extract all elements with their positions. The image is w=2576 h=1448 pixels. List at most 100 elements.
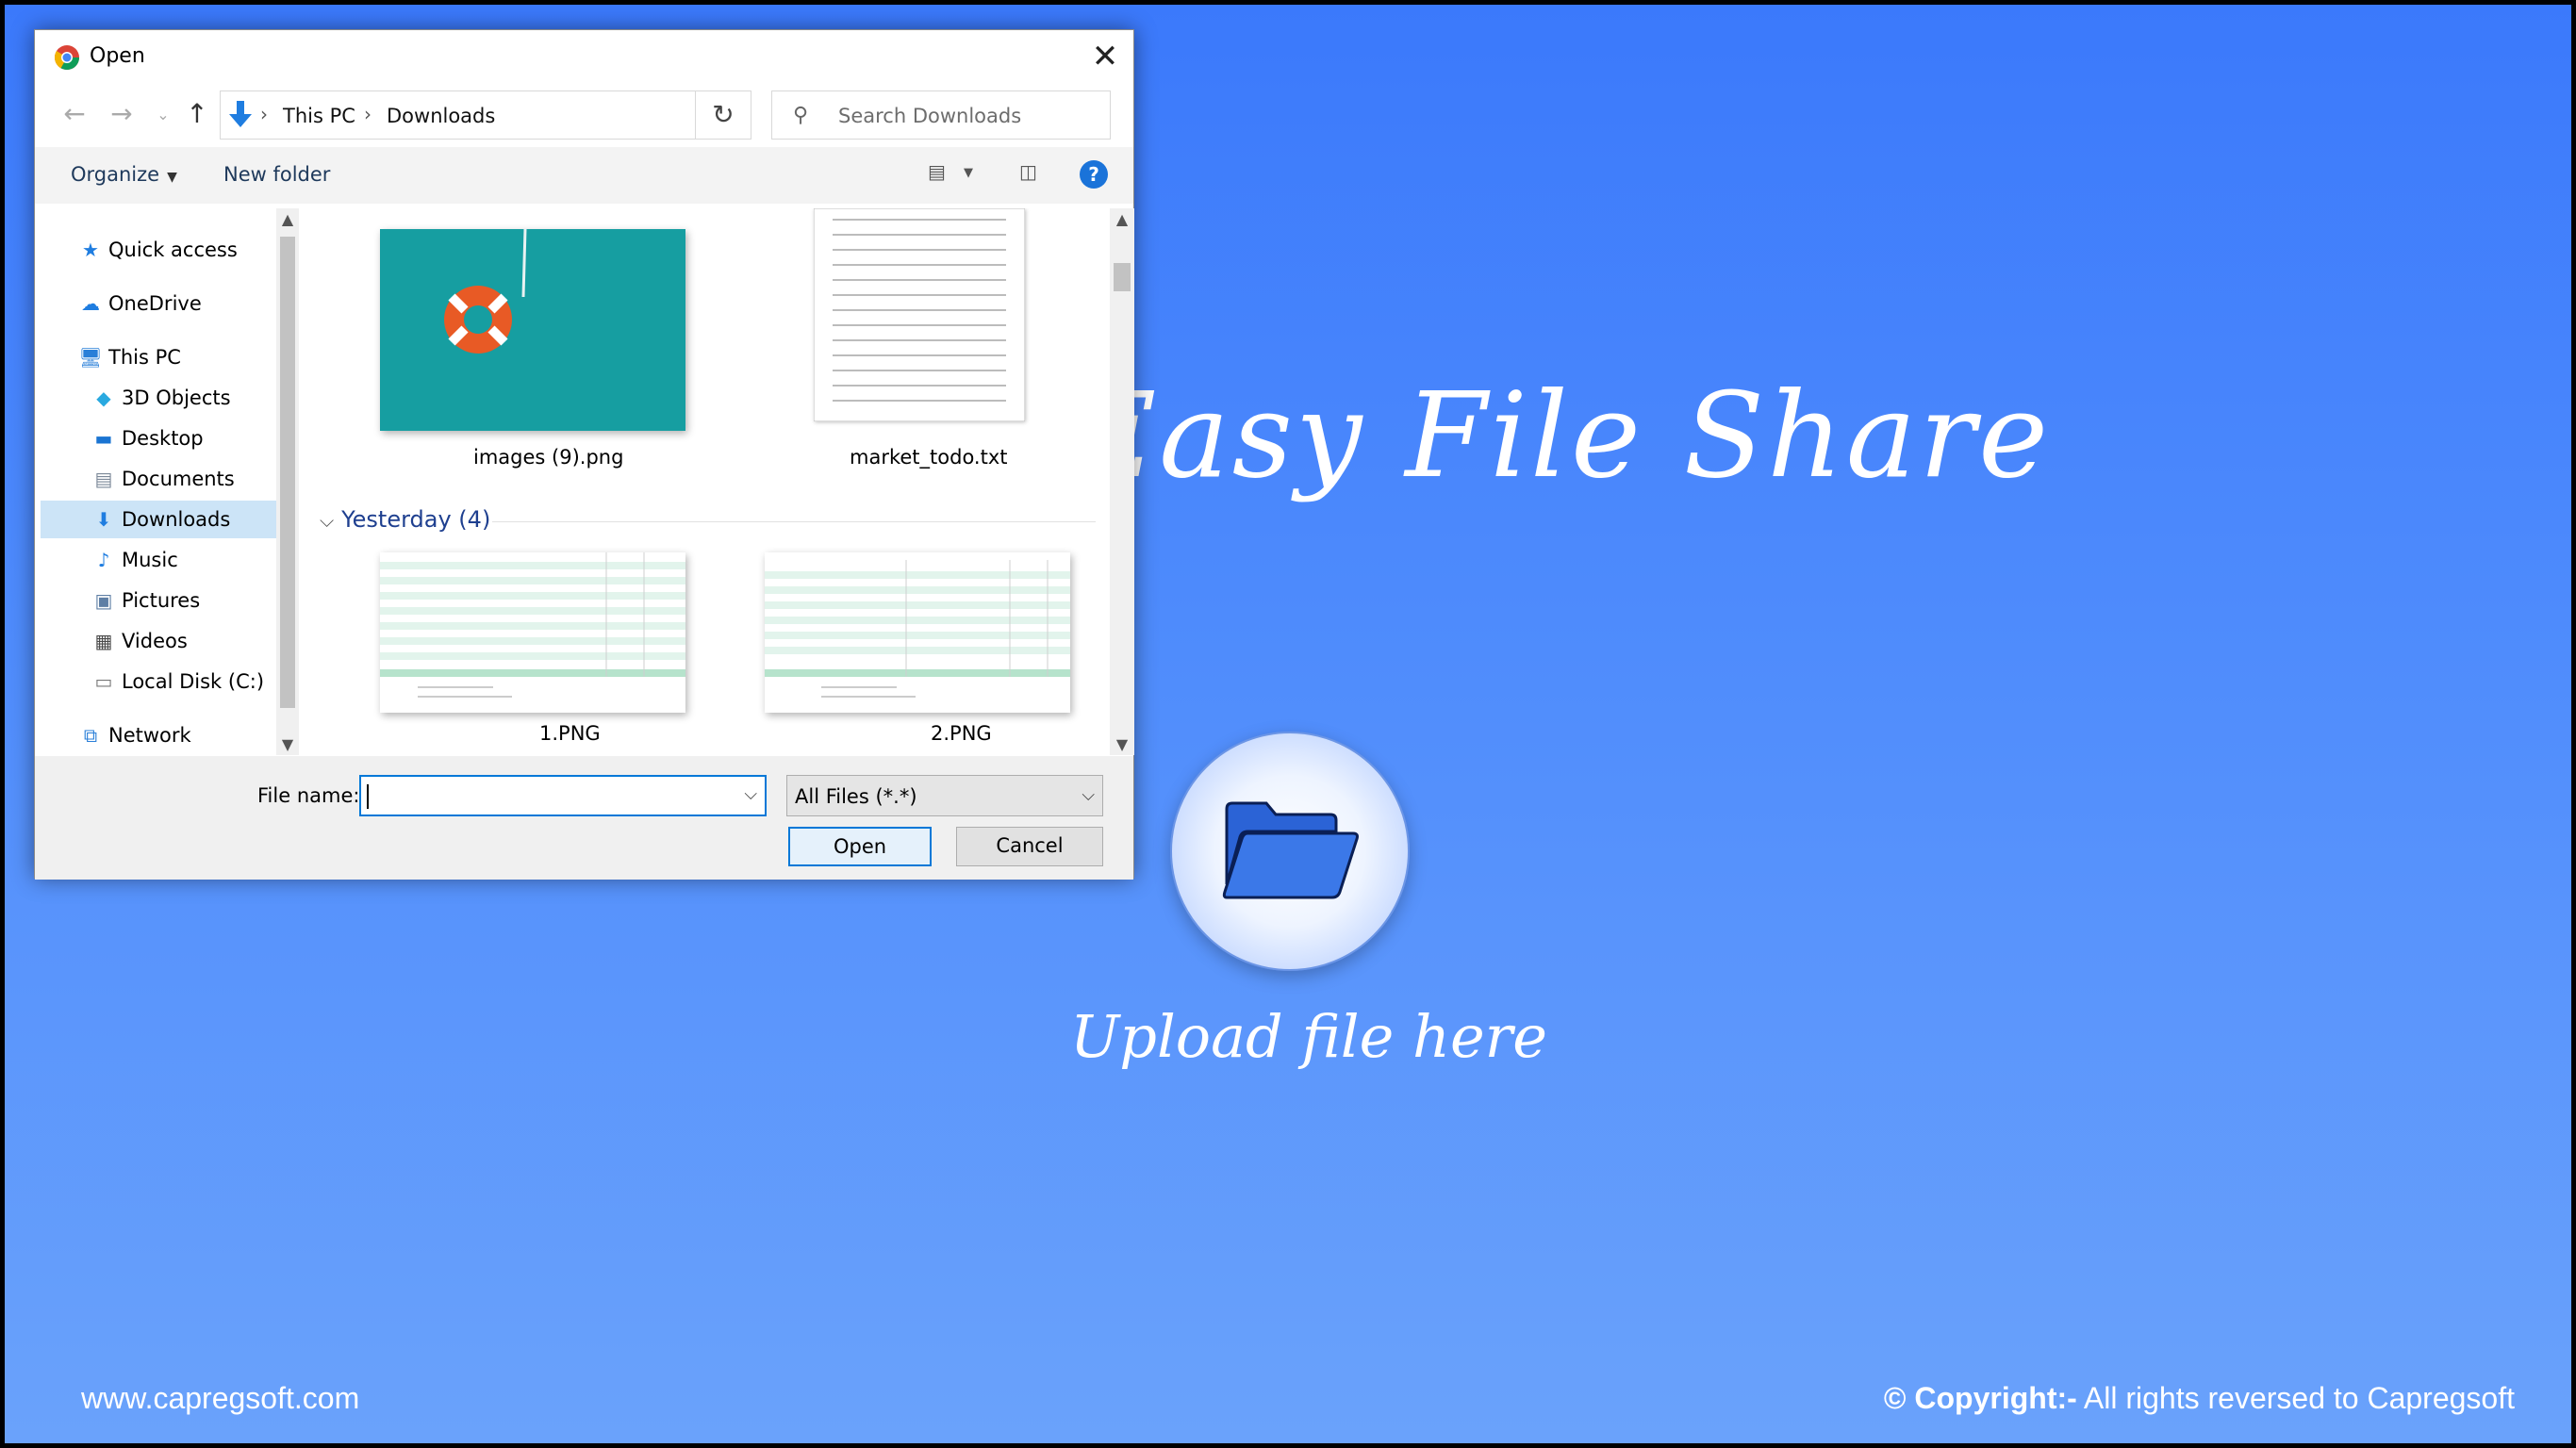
cancel-button[interactable]: Cancel xyxy=(956,827,1103,866)
search-icon: ⚲ xyxy=(793,104,809,127)
sidebar-item-label: Network xyxy=(108,724,191,747)
scroll-up-icon[interactable]: ▲ xyxy=(1110,210,1134,228)
spreadsheet-thumbnail xyxy=(765,552,1070,713)
star-icon: ★ xyxy=(82,239,99,261)
app-title: Easy File Share xyxy=(1070,368,2052,504)
recent-locations-icon[interactable]: ⌄ xyxy=(144,106,182,123)
sidebar-item-music[interactable]: ♪ Music xyxy=(41,541,284,579)
file-name-input[interactable]: ⌵ xyxy=(359,775,767,816)
sidebar-item-label: Music xyxy=(122,549,178,571)
refresh-button[interactable]: ↻ xyxy=(695,90,751,140)
navigation-bar: ← → ⌄ ↑ › This PC › Downloads ⌵ ↻ ⚲ Sear… xyxy=(35,85,1133,147)
chrome-icon xyxy=(54,45,80,71)
sidebar-item-local-disk[interactable]: ▭ Local Disk (C:) xyxy=(41,663,284,700)
sidebar-item-3d-objects[interactable]: ◆ 3D Objects xyxy=(41,379,284,417)
chevron-down-icon[interactable]: ⌵ xyxy=(744,784,757,804)
organize-menu[interactable]: Organize ▼ xyxy=(71,163,177,186)
group-header-label: Yesterday (4) xyxy=(341,506,491,533)
sidebar-item-onedrive[interactable]: ☁ OneDrive xyxy=(41,285,284,322)
folder-open-icon xyxy=(1222,801,1359,899)
sidebar-item-downloads[interactable]: ⬇ Downloads xyxy=(41,501,284,538)
dialog-titlebar[interactable]: Open ✕ xyxy=(35,30,1133,85)
breadcrumb-this-pc[interactable]: This PC xyxy=(283,105,355,127)
text-document-thumbnail xyxy=(814,208,1025,421)
file-list: images (9).png market_todo.txt ⌵ Yesterd… xyxy=(308,208,1112,755)
address-bar[interactable]: › This PC › Downloads ⌵ xyxy=(220,90,723,140)
upload-label: Upload file here xyxy=(1070,1002,1547,1071)
search-input[interactable]: ⚲ Search Downloads xyxy=(771,90,1111,140)
group-divider xyxy=(492,521,1096,522)
video-icon: ▦ xyxy=(94,630,113,652)
organize-label: Organize xyxy=(71,163,160,186)
sidebar-item-documents[interactable]: ▤ Documents xyxy=(41,460,284,498)
sidebar-item-videos[interactable]: ▦ Videos xyxy=(41,622,284,660)
breadcrumb-separator-icon: › xyxy=(260,103,268,125)
forward-arrow-icon[interactable]: → xyxy=(103,98,140,129)
view-options-caret-icon[interactable]: ▼ xyxy=(964,166,973,180)
file-name: market_todo.txt xyxy=(850,446,1008,469)
copyright-text: All rights reversed to Capregsoft xyxy=(2076,1381,2515,1415)
close-button[interactable]: ✕ xyxy=(1084,36,1126,77)
spreadsheet-thumbnail xyxy=(380,552,685,713)
chevron-down-icon: ⌵ xyxy=(1082,785,1095,805)
sidebar-item-label: OneDrive xyxy=(108,292,202,315)
command-bar: Organize ▼ New folder ▤ ▼ ◫ ? xyxy=(35,147,1133,204)
close-icon: ✕ xyxy=(1091,38,1119,75)
scrollbar-thumb[interactable] xyxy=(1114,263,1131,291)
sidebar-item-label: Pictures xyxy=(122,589,201,612)
search-placeholder: Search Downloads xyxy=(838,105,1022,127)
file-list-scrollbar[interactable]: ▲ ▼ xyxy=(1110,208,1134,755)
breadcrumb-downloads[interactable]: Downloads xyxy=(387,105,495,127)
document-icon: ▤ xyxy=(94,468,113,490)
help-button[interactable]: ? xyxy=(1080,160,1108,189)
pictures-icon: ▣ xyxy=(94,589,113,612)
up-arrow-icon[interactable]: ↑ xyxy=(178,98,216,129)
open-file-dialog: Open ✕ ← → ⌄ ↑ › This PC › Downloads ⌵ ↻… xyxy=(34,29,1134,880)
website-link[interactable]: www.capregsoft.com xyxy=(81,1381,359,1416)
sidebar-item-label: Desktop xyxy=(122,427,204,450)
file-name: 1.PNG xyxy=(539,722,601,745)
file-name: 2.PNG xyxy=(931,722,992,745)
file-type-select[interactable]: All Files (*.*) ⌵ xyxy=(786,775,1103,816)
text-caret xyxy=(367,784,369,809)
disk-icon: ▭ xyxy=(94,670,113,693)
sidebar-item-label: Videos xyxy=(122,630,188,652)
desktop-icon: ▬ xyxy=(94,427,113,450)
download-icon: ⬇ xyxy=(95,508,112,531)
copyright-notice: © Copyright:- All rights reversed to Cap… xyxy=(1884,1381,2515,1416)
sidebar-item-quick-access[interactable]: ★ Quick access xyxy=(41,231,284,269)
scroll-down-icon[interactable]: ▼ xyxy=(1110,735,1134,753)
back-arrow-icon[interactable]: ← xyxy=(56,98,93,129)
sidebar-item-network[interactable]: ⧉ Network xyxy=(41,716,284,754)
upload-button[interactable] xyxy=(1170,732,1410,971)
chevron-down-icon: ⌵ xyxy=(320,509,335,532)
change-view-icon[interactable]: ▤ xyxy=(928,160,946,183)
open-button[interactable]: Open xyxy=(788,827,932,866)
sidebar-item-this-pc[interactable]: 🖥 This PC xyxy=(41,338,284,376)
file-type-value: All Files (*.*) xyxy=(795,785,917,808)
dialog-footer: File name: ⌵ All Files (*.*) ⌵ Open Canc… xyxy=(35,756,1133,880)
file-name-label: File name: xyxy=(257,784,360,807)
dialog-title: Open xyxy=(90,44,145,68)
refresh-icon: ↻ xyxy=(712,99,735,130)
sidebar-scrollbar[interactable]: ▲ ▼ xyxy=(276,208,299,755)
sidebar-item-label: This PC xyxy=(108,346,181,369)
cube-icon: ◆ xyxy=(96,387,111,409)
sidebar-item-label: Documents xyxy=(122,468,235,490)
download-folder-icon xyxy=(229,101,252,127)
scrollbar-thumb[interactable] xyxy=(280,237,295,708)
scroll-down-icon[interactable]: ▼ xyxy=(276,735,299,753)
sidebar-item-label: Local Disk (C:) xyxy=(122,670,265,693)
scroll-up-icon[interactable]: ▲ xyxy=(276,210,299,228)
breadcrumb-separator-icon: › xyxy=(364,103,372,125)
preview-pane-icon[interactable]: ◫ xyxy=(1019,160,1037,183)
computer-icon: 🖥 xyxy=(78,346,103,369)
group-header-yesterday[interactable]: ⌵ Yesterday (4) xyxy=(320,506,490,533)
music-icon: ♪ xyxy=(97,549,110,571)
life-ring-thumbnail xyxy=(380,229,685,431)
copyright-prefix: © Copyright:- xyxy=(1883,1381,2077,1415)
sidebar-item-pictures[interactable]: ▣ Pictures xyxy=(41,582,284,619)
sidebar-item-label: 3D Objects xyxy=(122,387,231,409)
new-folder-button[interactable]: New folder xyxy=(223,163,330,186)
sidebar-item-desktop[interactable]: ▬ Desktop xyxy=(41,420,284,457)
